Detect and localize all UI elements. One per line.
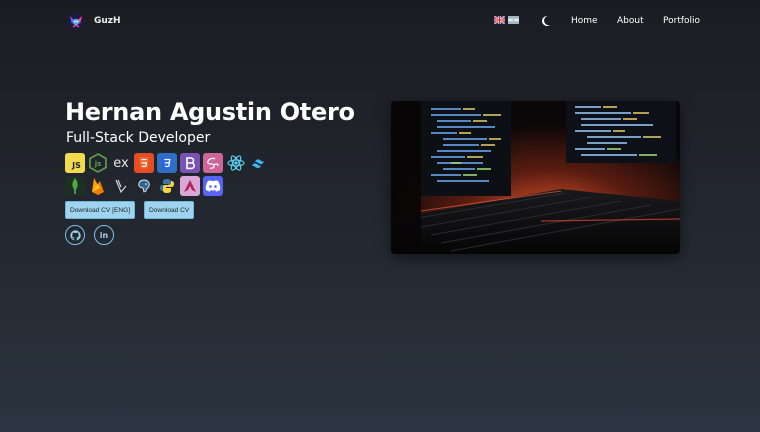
html5-icon [134,153,154,173]
nav-link-portfolio[interactable]: Portfolio [663,16,700,26]
svg-text:js: js [94,160,102,168]
react-icon [226,153,246,173]
arch-icon [180,176,200,196]
tailwind-icon [249,153,269,173]
navbar: GuzH Home About Portfolio [0,0,760,44]
linkedin-icon: in [99,230,109,240]
space-invader-logo-icon [67,12,85,30]
uk-flag-icon[interactable] [494,16,505,24]
javascript-icon: JS [65,153,85,173]
bootstrap-icon [180,153,200,173]
nodejs-icon: js [88,153,108,173]
firebase-icon [88,176,108,196]
brand[interactable]: GuzH [66,10,121,32]
sass-icon [203,153,223,173]
express-icon-label: ex [113,155,129,171]
postgresql-icon [134,176,154,196]
express-icon: ex [111,153,131,173]
argentina-flag-icon[interactable] [508,16,519,24]
javascript-icon-label: JS [72,161,81,170]
css3-icon [157,153,177,173]
tech-stack-icons: JS js ex [65,153,269,199]
language-switcher [494,16,519,24]
hero-image [391,101,680,254]
nav-link-about[interactable]: About [617,16,644,26]
nav-link-home[interactable]: Home [571,16,598,26]
mongodb-icon [65,176,85,196]
github-icon [69,229,81,240]
download-cv-button[interactable]: Download CV [144,201,195,219]
sequelize-icon [111,176,131,196]
github-link[interactable] [65,225,85,245]
brand-name: GuzH [94,16,121,26]
hero-subtitle: Full-Stack Developer [66,130,211,146]
moon-icon[interactable] [540,14,552,28]
discord-icon [203,176,223,196]
hero-title: Hernan Agustin Otero [65,98,355,126]
python-icon [157,176,177,196]
download-cv-eng-button[interactable]: Download CV [ENG] [65,201,136,219]
linkedin-link[interactable]: in [94,225,114,245]
